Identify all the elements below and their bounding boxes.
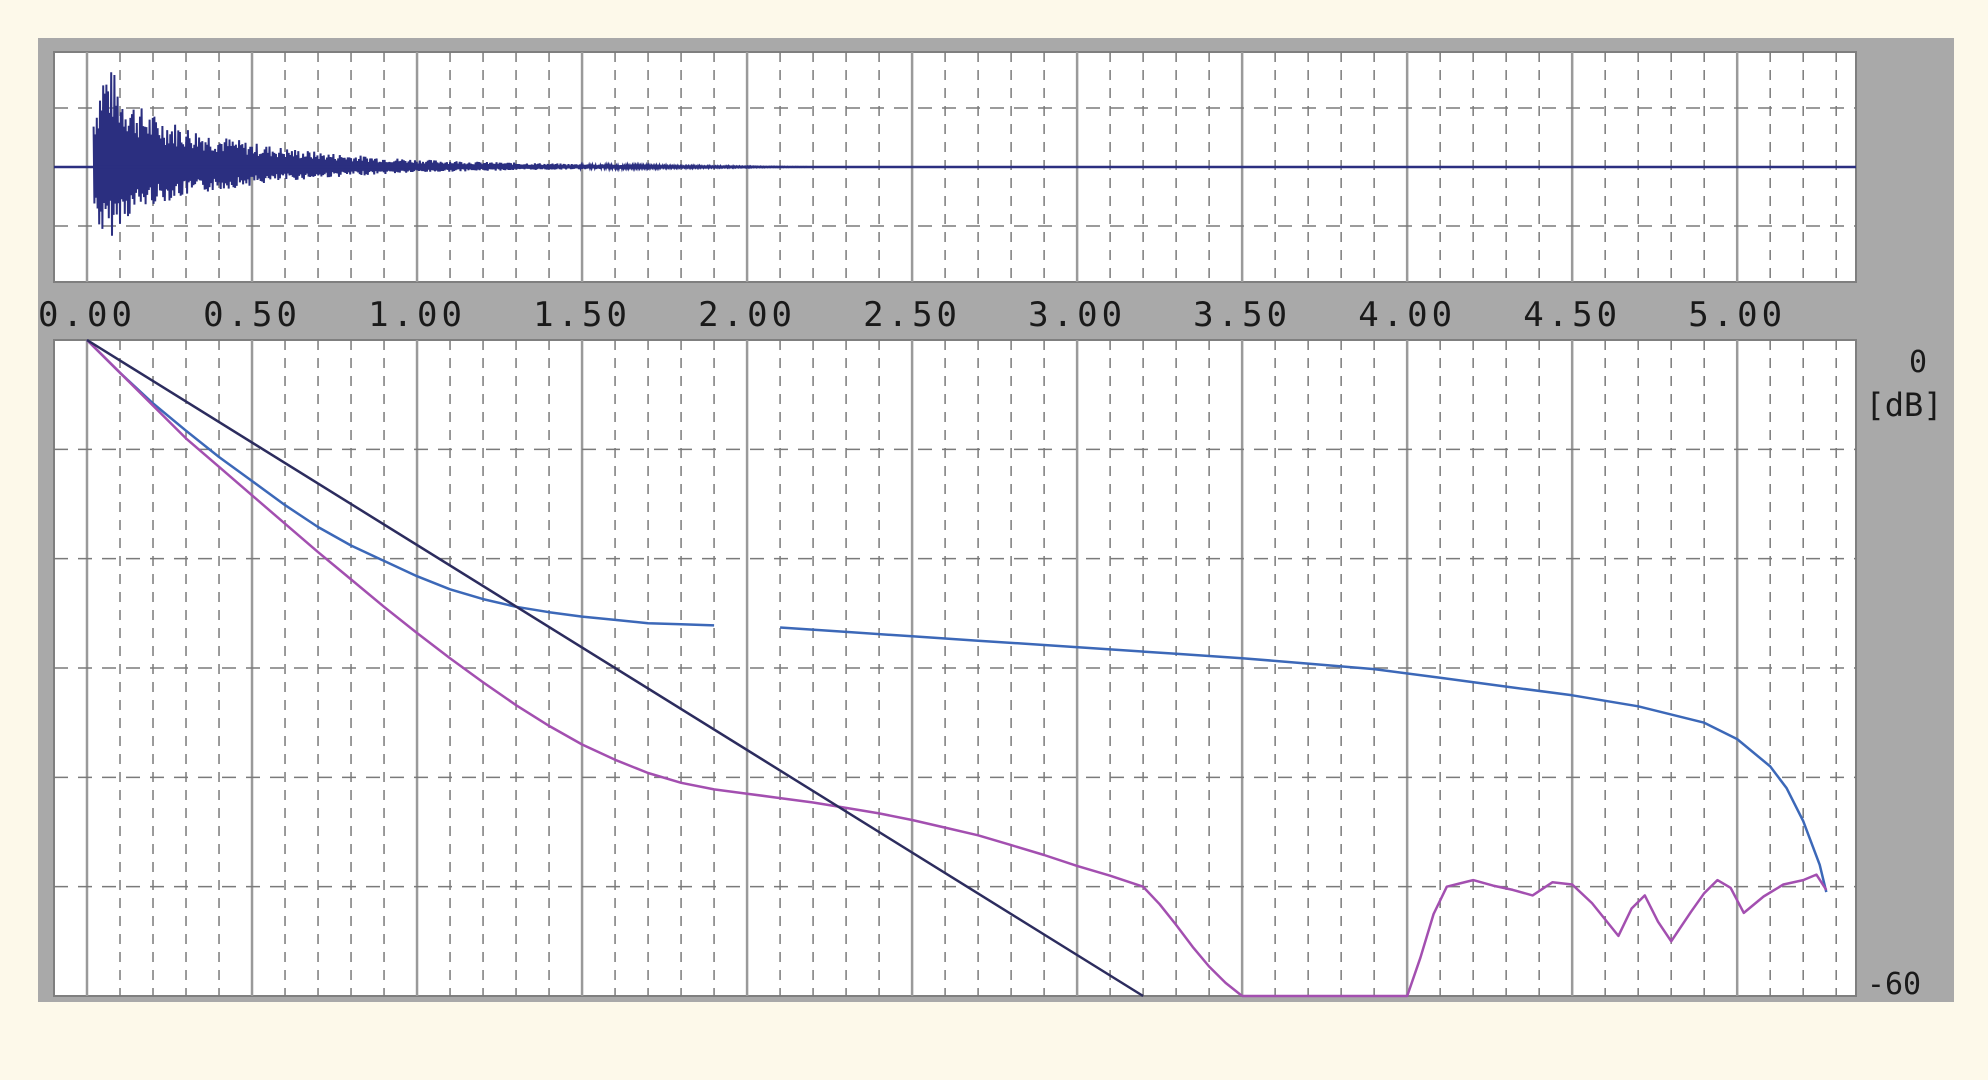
y-tick-bottom: -60 [1867,967,1921,1002]
x-tick-label: 4.50 [1523,295,1621,335]
x-tick-label: 1.50 [533,295,631,335]
x-tick-label: 0.00 [38,295,136,335]
y-axis-unit-label: [dB] [1865,386,1942,424]
reverb-decay-figure: 0.00 0.50 1.00 1.50 2.00 2.50 3.00 3.50 4.00 4.50… [38,38,1954,1002]
x-tick-label: 5.00 [1688,295,1786,335]
x-tick-label: 3.50 [1193,295,1291,335]
x-tick-label: 1.00 [368,295,466,335]
x-tick-label: 2.50 [863,295,961,335]
x-tick-label: 0.50 [203,295,301,335]
y-tick-top: 0 [1909,345,1927,380]
decay-curves-panel [53,338,1857,998]
impulse-response-panel [53,51,1857,283]
x-tick-label: 2.00 [698,295,796,335]
x-tick-label: 3.00 [1028,295,1126,335]
x-tick-label: 4.00 [1358,295,1456,335]
time-axis-ticks: 0.00 0.50 1.00 1.50 2.00 2.50 3.00 3.50 4.00 4.50… [38,295,1786,335]
